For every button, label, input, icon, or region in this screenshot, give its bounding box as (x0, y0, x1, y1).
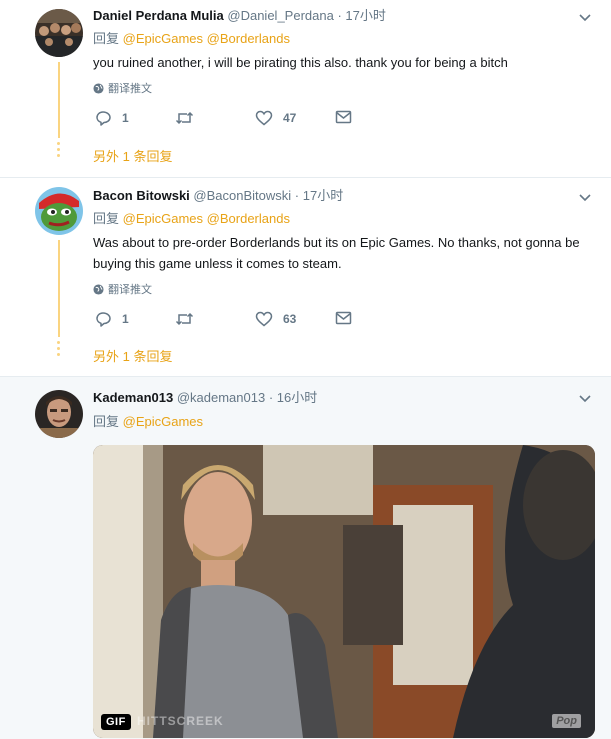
display-name[interactable]: Bacon Bitowski (93, 188, 190, 203)
show-more-replies[interactable]: 另外 1 条回复 (93, 146, 172, 165)
envelope-icon (335, 311, 352, 325)
chevron-down-icon[interactable] (578, 392, 592, 406)
display-name[interactable]: Daniel Perdana Mulia (93, 8, 224, 23)
user-handle[interactable]: @kademan013 (177, 390, 265, 405)
tweet-text: you ruined another, i will be pirating t… (93, 55, 508, 70)
reply-button[interactable]: 1 (95, 311, 129, 327)
retweet-icon (175, 111, 194, 125)
tweet-text: Was about to pre-order Borderlands but i… (93, 235, 580, 271)
like-count: 63 (283, 312, 297, 326)
reply-prefix: 回复 (93, 31, 120, 46)
timestamp[interactable]: · 17小时 (295, 188, 343, 203)
reply-button[interactable]: 1 (95, 110, 129, 126)
tweet-actions: 1 47 (93, 110, 373, 130)
globe-icon (93, 283, 104, 295)
reply-icon (96, 312, 111, 327)
tweet-3[interactable]: Kademan013 @kademan013 · 16小时 回复 @EpicGa… (0, 377, 611, 739)
thread-dots (57, 341, 61, 359)
timestamp[interactable]: · 17小时 (337, 8, 385, 23)
gif-frame (93, 445, 595, 738)
retweet-button[interactable] (175, 110, 194, 126)
tweet-actions: 1 63 (93, 311, 373, 331)
tweet-header: Daniel Perdana Mulia @Daniel_Perdana · 1… (93, 8, 386, 24)
thread-line (58, 62, 60, 138)
thread-dots (57, 142, 61, 160)
mention-link[interactable]: @Borderlands (207, 31, 290, 46)
reply-count: 1 (122, 312, 129, 326)
tweet-header: Bacon Bitowski @BaconBitowski · 17小时 (93, 188, 343, 204)
direct-message-button[interactable] (335, 311, 352, 325)
mention-link[interactable]: @EpicGames (123, 211, 203, 226)
video-watermark: HITTSCREEK (137, 714, 224, 728)
mention-link[interactable]: @EpicGames (123, 414, 203, 429)
like-count: 47 (283, 111, 297, 125)
retweet-icon (175, 312, 194, 326)
like-button[interactable]: 63 (255, 311, 296, 327)
avatar[interactable] (35, 390, 83, 438)
show-more-replies[interactable]: 另外 1 条回复 (93, 346, 172, 365)
display-name[interactable]: Kademan013 (93, 390, 173, 405)
tweet-header: Kademan013 @kademan013 · 16小时 (93, 390, 317, 406)
replying-to: 回复 @EpicGames @Borderlands (93, 211, 290, 227)
tweet-2[interactable]: Bacon Bitowski @BaconBitowski · 17小时 回复 … (0, 178, 611, 377)
gif-badge: GIF (101, 714, 131, 730)
translate-link[interactable]: 翻译推文 (93, 80, 152, 96)
heart-icon (255, 311, 273, 327)
mention-link[interactable]: @Borderlands (207, 211, 290, 226)
replying-to: 回复 @EpicGames @Borderlands (93, 31, 290, 47)
retweet-button[interactable] (175, 311, 194, 327)
reply-prefix: 回复 (93, 211, 120, 226)
tweet-1[interactable]: Daniel Perdana Mulia @Daniel_Perdana · 1… (0, 0, 611, 178)
direct-message-button[interactable] (335, 110, 352, 124)
envelope-icon (335, 110, 352, 124)
replying-to: 回复 @EpicGames (93, 414, 203, 430)
heart-icon (255, 110, 273, 126)
avatar[interactable] (35, 9, 83, 57)
user-handle[interactable]: @Daniel_Perdana (227, 8, 333, 23)
mention-link[interactable]: @EpicGames (123, 31, 203, 46)
chevron-down-icon[interactable] (578, 11, 592, 25)
user-handle[interactable]: @BaconBitowski (193, 188, 291, 203)
reply-icon (96, 111, 111, 126)
globe-icon (93, 82, 104, 94)
chevron-down-icon[interactable] (578, 191, 592, 205)
translate-link[interactable]: 翻译推文 (93, 281, 152, 297)
pop-logo: Pop (552, 714, 581, 728)
avatar[interactable] (35, 187, 83, 235)
gif-media[interactable]: GIF HITTSCREEK Pop (93, 445, 595, 738)
translate-label: 翻译推文 (108, 284, 152, 296)
timestamp[interactable]: · 16小时 (269, 390, 317, 405)
thread-line (58, 240, 60, 337)
reply-prefix: 回复 (93, 414, 120, 429)
like-button[interactable]: 47 (255, 110, 296, 126)
reply-count: 1 (122, 111, 129, 125)
translate-label: 翻译推文 (108, 83, 152, 95)
